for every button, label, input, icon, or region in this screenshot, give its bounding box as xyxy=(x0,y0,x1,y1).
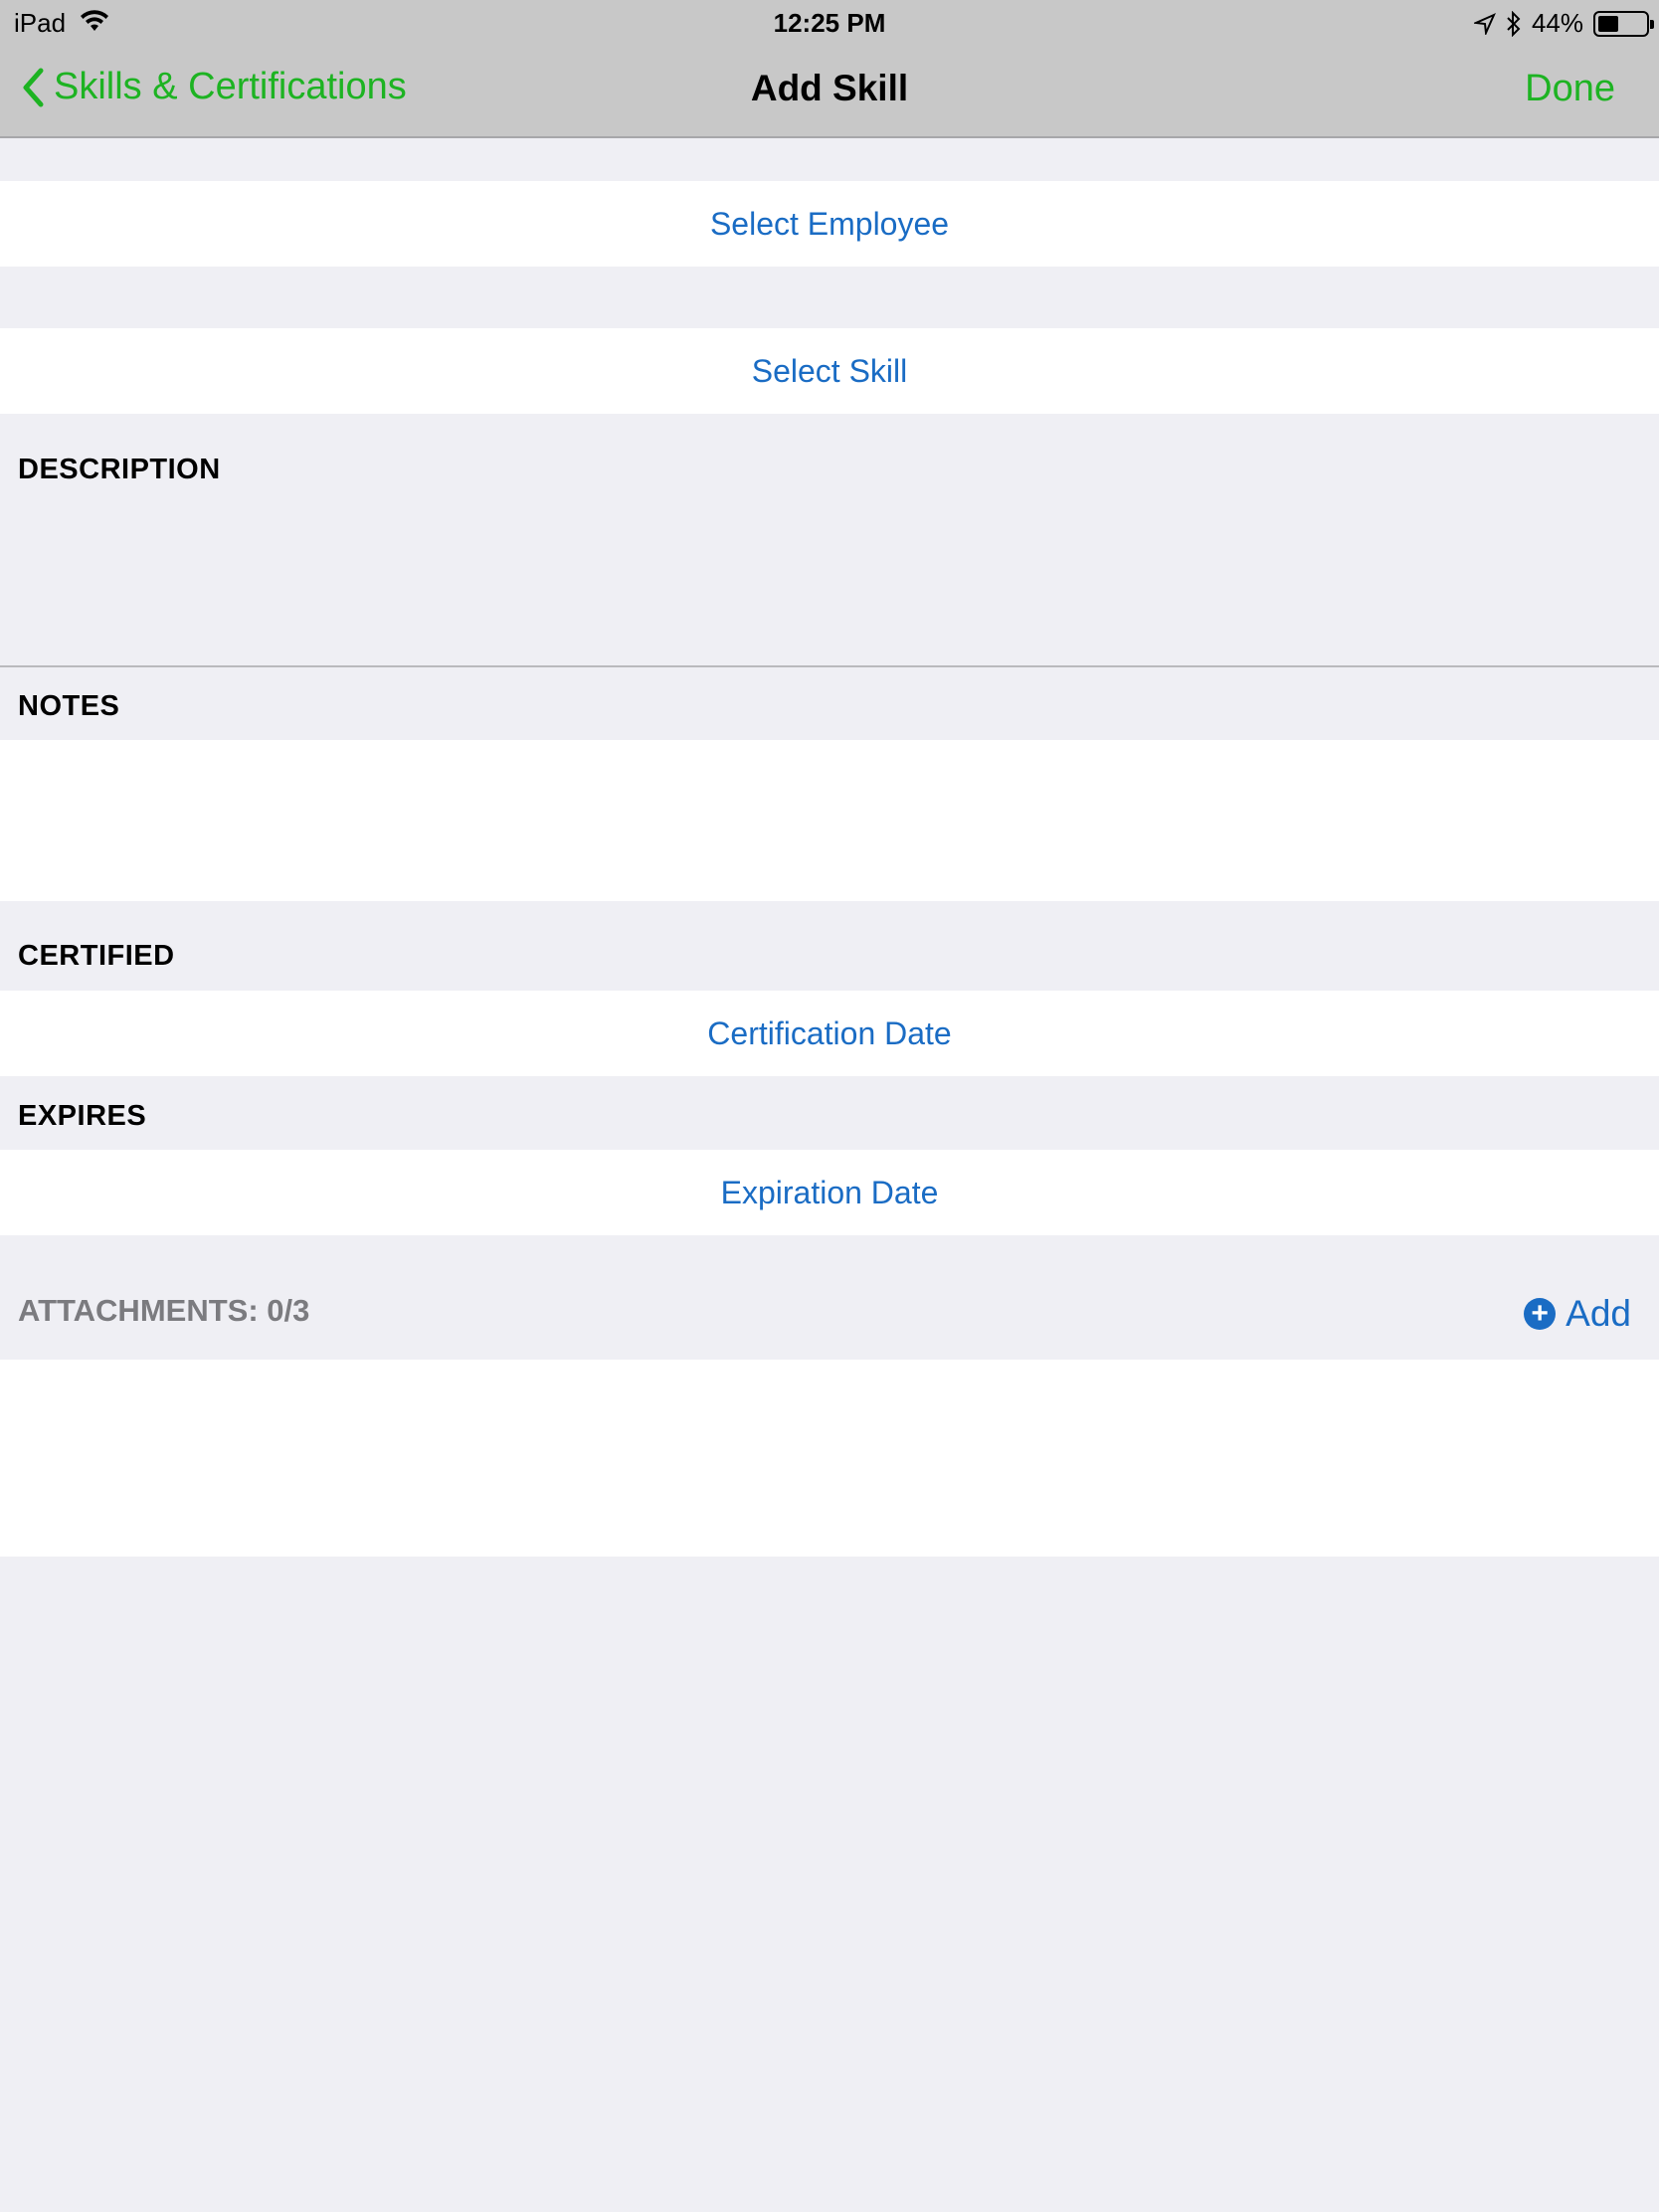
add-attachment-button[interactable]: + Add xyxy=(1524,1293,1631,1335)
top-bar: iPad 12:25 PM 44% Skills & Certification… xyxy=(0,0,1659,138)
notes-field[interactable] xyxy=(0,740,1659,901)
select-employee-button[interactable]: Select Employee xyxy=(710,206,949,243)
status-right: 44% xyxy=(1473,8,1654,39)
status-bar: iPad 12:25 PM 44% xyxy=(0,0,1659,44)
battery-fill xyxy=(1598,15,1619,32)
add-label: Add xyxy=(1566,1293,1631,1334)
expires-label: EXPIRES xyxy=(18,1100,147,1132)
select-employee-row[interactable]: Select Employee xyxy=(0,181,1659,267)
attachments-area xyxy=(0,1360,1659,1557)
bluetooth-icon xyxy=(1507,10,1521,37)
select-skill-row[interactable]: Select Skill xyxy=(0,328,1659,414)
notes-label: NOTES xyxy=(18,690,120,722)
select-skill-button[interactable]: Select Skill xyxy=(752,353,908,390)
expiration-date-row[interactable]: Expiration Date xyxy=(0,1150,1659,1235)
certification-date-button[interactable]: Certification Date xyxy=(707,1015,951,1052)
location-arrow-icon xyxy=(1473,12,1496,35)
description-divider xyxy=(0,665,1659,667)
status-time: 12:25 PM xyxy=(773,8,886,38)
done-button[interactable]: Done xyxy=(1525,68,1615,110)
description-label: DESCRIPTION xyxy=(18,454,221,485)
battery-icon xyxy=(1593,10,1654,37)
battery-percent: 44% xyxy=(1531,8,1583,38)
certification-date-row[interactable]: Certification Date xyxy=(0,991,1659,1076)
certified-label: CERTIFIED xyxy=(18,940,175,972)
plus-circle-icon: + xyxy=(1524,1298,1557,1330)
navigation-bar: Skills & Certifications Add Skill Done xyxy=(0,44,1659,138)
page-title: Add Skill xyxy=(750,68,909,108)
attachments-label: ATTACHMENTS: 0/3 xyxy=(18,1293,310,1328)
expiration-date-button[interactable]: Expiration Date xyxy=(721,1175,939,1211)
